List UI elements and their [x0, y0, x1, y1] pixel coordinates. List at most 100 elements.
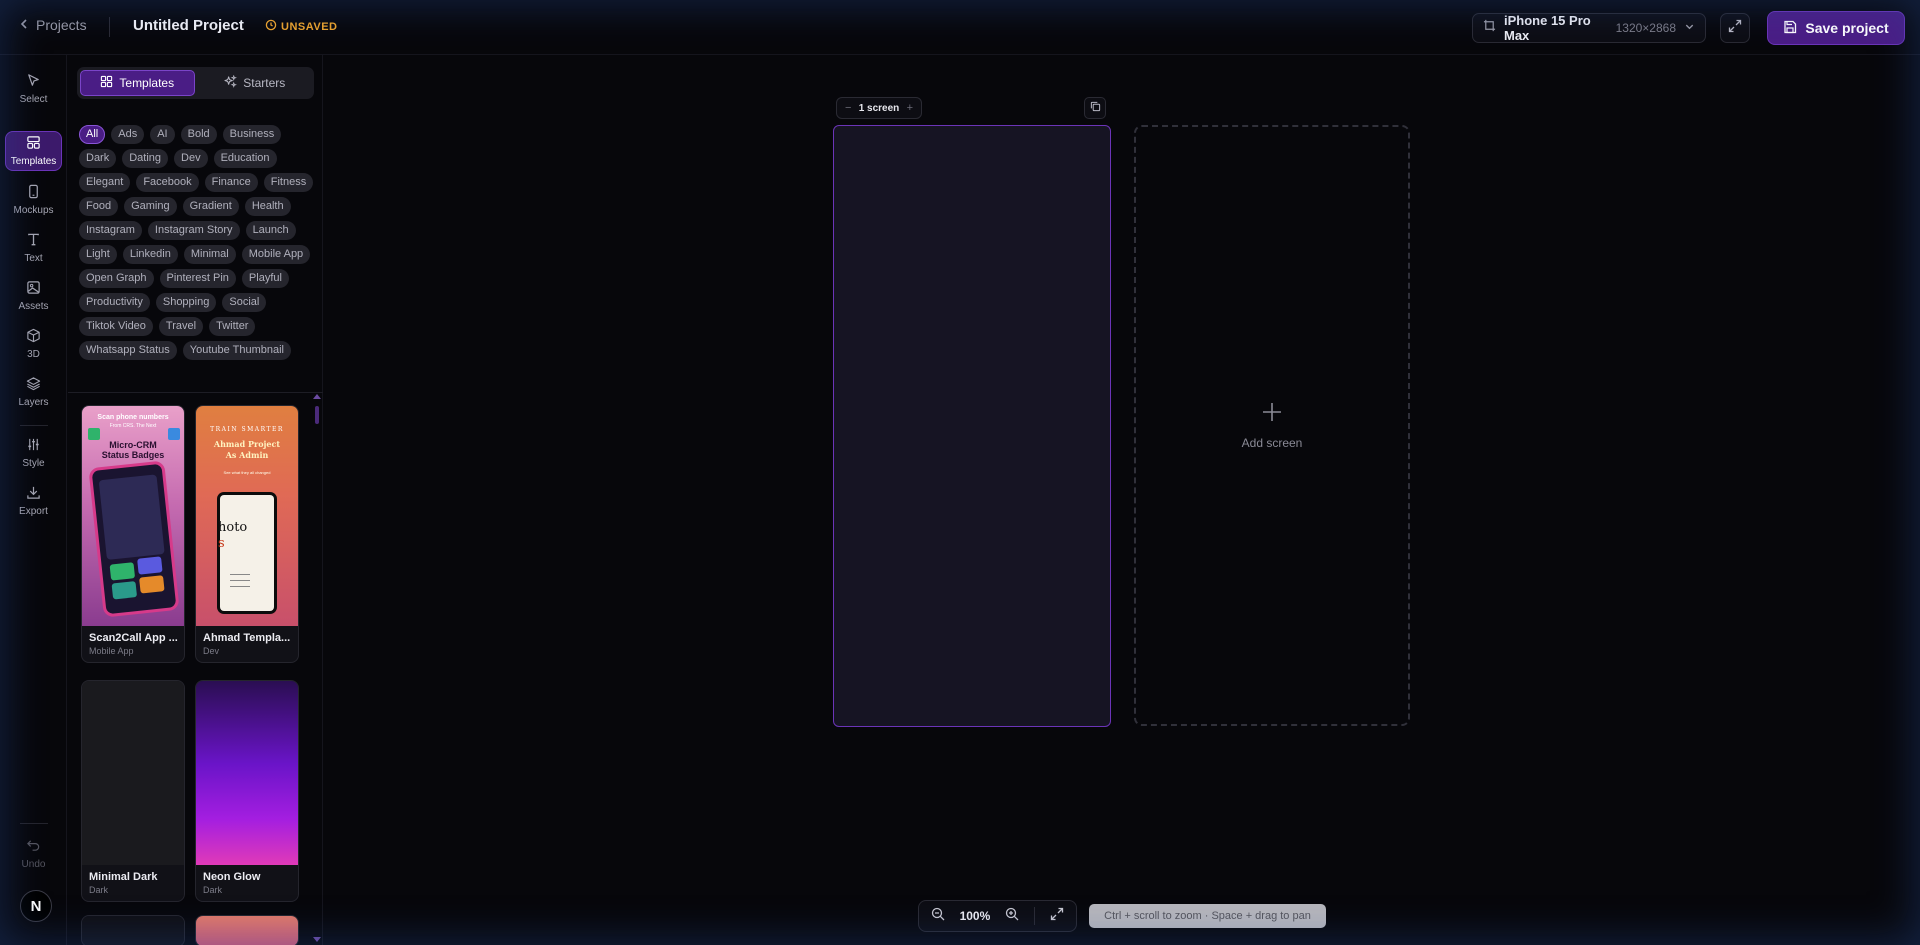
rail-item-select[interactable]: Select — [5, 68, 62, 110]
template-thumbnail — [196, 681, 298, 865]
tag-chip-facebook[interactable]: Facebook — [136, 173, 199, 192]
tab-starters[interactable]: Starters — [199, 70, 312, 96]
tag-chip-open-graph[interactable]: Open Graph — [79, 269, 154, 288]
rail-item-export[interactable]: Export — [5, 480, 62, 522]
template-card-partial[interactable] — [195, 915, 299, 945]
tag-chip-productivity[interactable]: Productivity — [79, 293, 150, 312]
template-tag: Dark — [89, 885, 109, 895]
rail-item-text[interactable]: Text — [5, 227, 62, 269]
tag-chip-ai[interactable]: AI — [150, 125, 175, 144]
sparkles-icon — [224, 74, 238, 91]
zoom-controls: 100% — [918, 900, 1077, 932]
tag-chip-tiktok-video[interactable]: Tiktok Video — [79, 317, 153, 336]
badge-decoration — [88, 428, 100, 440]
fullscreen-button[interactable] — [1720, 13, 1750, 43]
tag-chip-pinterest-pin[interactable]: Pinterest Pin — [159, 269, 236, 288]
duplicate-screen-button[interactable] — [1084, 97, 1106, 119]
expand-icon — [1728, 19, 1742, 38]
tag-chip-twitter[interactable]: Twitter — [209, 317, 256, 336]
thumb-text: As Admin — [225, 450, 269, 460]
device-select[interactable]: iPhone 15 Pro Max 1320×2868 — [1472, 13, 1706, 43]
scroll-up-arrow[interactable] — [313, 394, 321, 399]
template-card-scan2call[interactable]: Scan phone numbers From CRS. The Next Mi… — [81, 405, 185, 663]
tag-chip-launch[interactable]: Launch — [245, 221, 296, 240]
tag-chip-minimal[interactable]: Minimal — [183, 245, 236, 264]
tag-chip-bold[interactable]: Bold — [180, 125, 217, 144]
panel-divider — [68, 392, 323, 393]
project-title[interactable]: Untitled Project — [133, 17, 244, 34]
tag-chip-dating[interactable]: Dating — [122, 149, 169, 168]
device-resolution: 1320×2868 — [1615, 21, 1676, 35]
save-project-button[interactable]: Save project — [1767, 11, 1905, 45]
tag-chip-mobile-app[interactable]: Mobile App — [241, 245, 311, 264]
line-art — [230, 574, 250, 575]
tab-templates[interactable]: Templates — [80, 70, 195, 96]
back-to-projects-link[interactable]: Projects — [18, 17, 87, 33]
fit-to-screen-icon[interactable] — [1050, 907, 1064, 926]
rail-item-templates[interactable]: Templates — [5, 131, 62, 171]
undo-button[interactable]: Undo — [5, 833, 62, 875]
tag-chip-gaming[interactable]: Gaming — [124, 197, 177, 216]
rail-item-label: Export — [19, 506, 48, 517]
tag-chip-ads[interactable]: Ads — [111, 125, 145, 144]
tag-chip-finance[interactable]: Finance — [204, 173, 258, 192]
zoom-hint: Ctrl + scroll to zoom · Space + drag to … — [1089, 904, 1326, 928]
tag-chip-elegant[interactable]: Elegant — [79, 173, 131, 192]
tag-chip-social[interactable]: Social — [222, 293, 267, 312]
top-bar: Projects Untitled Project UNSAVED iPhone… — [0, 0, 1920, 55]
panel-tab-switcher: Templates Starters — [77, 67, 314, 99]
tag-chip-fitness[interactable]: Fitness — [263, 173, 314, 192]
plus-icon[interactable]: + — [907, 102, 913, 114]
rail-item-3d[interactable]: 3D — [5, 323, 62, 365]
panel-scrollbar-thumb[interactable] — [315, 406, 319, 424]
tag-chip-health[interactable]: Health — [244, 197, 291, 216]
add-screen-label: Add screen — [1241, 436, 1303, 450]
phone-mockup-art — [217, 492, 277, 614]
screen-canvas[interactable] — [833, 125, 1111, 727]
thumb-headline: Micro-CRM Status Badges — [82, 440, 184, 460]
back-label: Projects — [36, 17, 87, 33]
tag-chip-gradient[interactable]: Gradient — [182, 197, 239, 216]
undo-label: Undo — [21, 859, 46, 870]
tag-chip-shopping[interactable]: Shopping — [155, 293, 217, 312]
rail-item-mockups[interactable]: Mockups — [5, 179, 62, 221]
phone-mockup-art — [88, 460, 180, 618]
tag-chip-business[interactable]: Business — [222, 125, 282, 144]
chevron-down-icon — [1684, 19, 1695, 37]
tag-chip-dev[interactable]: Dev — [174, 149, 208, 168]
tag-chip-linkedin[interactable]: Linkedin — [122, 245, 178, 264]
tag-chip-light[interactable]: Light — [79, 245, 117, 264]
template-name: Minimal Dark — [89, 871, 158, 883]
tab-label: Templates — [119, 76, 175, 90]
minus-icon[interactable]: − — [845, 102, 851, 114]
tag-chip-youtube-thumbnail[interactable]: Youtube Thumbnail — [182, 341, 291, 360]
template-card-minimal-dark[interactable]: Minimal Dark Dark — [81, 680, 185, 902]
grid-icon — [100, 75, 113, 91]
screen-count-control: − 1 screen + — [836, 97, 922, 119]
scroll-down-arrow[interactable] — [313, 937, 321, 942]
user-avatar[interactable]: N — [20, 890, 52, 922]
tag-chip-playful[interactable]: Playful — [241, 269, 289, 288]
tag-chip-travel[interactable]: Travel — [158, 317, 204, 336]
tag-chip-instagram[interactable]: Instagram — [79, 221, 142, 240]
rail-item-layers[interactable]: Layers — [5, 371, 62, 413]
sliders-icon — [26, 437, 41, 455]
device-name: iPhone 15 Pro Max — [1504, 13, 1591, 43]
tag-chip-education[interactable]: Education — [213, 149, 277, 168]
template-card-partial[interactable] — [81, 915, 185, 945]
tag-chip-whatsapp-status[interactable]: Whatsapp Status — [79, 341, 177, 360]
template-card-ahmad[interactable]: TRAIN SMARTER Ahmad Project As Admin See… — [195, 405, 299, 663]
rail-item-style[interactable]: Style — [5, 432, 62, 474]
tile-art — [137, 556, 163, 575]
tag-chip-dark[interactable]: Dark — [79, 149, 117, 168]
tag-chip-instagram-story[interactable]: Instagram Story — [147, 221, 240, 240]
zoom-in-icon[interactable] — [1005, 907, 1019, 926]
rail-item-label: Select — [19, 94, 48, 105]
rail-item-assets[interactable]: Assets — [5, 275, 62, 317]
tag-chip-all[interactable]: All — [79, 125, 106, 144]
template-card-neon-glow[interactable]: Neon Glow Dark — [195, 680, 299, 902]
zoom-level[interactable]: 100% — [960, 909, 991, 923]
zoom-out-icon[interactable] — [931, 907, 945, 926]
add-screen-button[interactable]: Add screen — [1134, 125, 1410, 726]
tag-chip-food[interactable]: Food — [79, 197, 119, 216]
